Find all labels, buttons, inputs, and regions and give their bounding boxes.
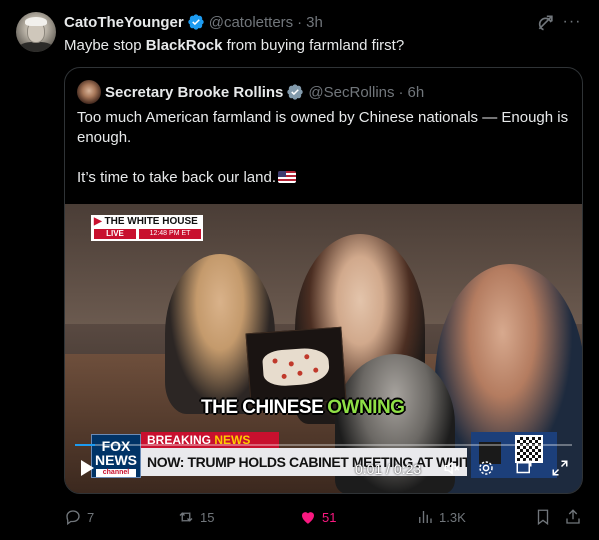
share-icon [566, 509, 580, 524]
author-handle[interactable]: @catoletters [209, 14, 293, 31]
tweet-text: Maybe stop BlackRock from buying farmlan… [64, 37, 405, 54]
quoted-tweet-header: Secretary Brooke Rollins @SecRollins · 6… [105, 81, 424, 103]
verified-badge-icon [188, 14, 204, 30]
tweet-header: CatoTheYounger @catoletters · 3h [64, 12, 323, 32]
white-house-live-tag: ▶ THE WHITE HOUSE LIVE 12:48 PM ET [91, 215, 203, 241]
quoted-paragraph-2: It’s time to take back our land. [77, 168, 572, 188]
views-count: 1.3K [439, 509, 466, 525]
quoted-paragraph-1: Too much American farmland is owned by C… [77, 109, 569, 146]
picture-in-picture-icon[interactable] [515, 459, 535, 479]
us-flag-emoji-icon [278, 171, 296, 183]
bold-text: BlackRock [145, 37, 223, 54]
like-button[interactable]: 51 [299, 507, 336, 527]
quoted-tweet[interactable]: Secretary Brooke Rollins @SecRollins · 6… [64, 67, 583, 494]
mute-icon[interactable] [443, 459, 463, 479]
settings-gear-icon[interactable] [477, 459, 497, 479]
farmland-map-board [245, 326, 347, 408]
more-options-icon[interactable]: ··· [562, 13, 582, 33]
views-chart-icon [419, 511, 432, 523]
fullscreen-icon[interactable] [551, 459, 571, 479]
tweet[interactable]: CatoTheYounger @catoletters · 3h ··· May… [0, 0, 599, 540]
quoted-tweet-text: Too much American farmland is owned by C… [77, 108, 572, 208]
video-caption: THE CHINESE OWNING [201, 397, 405, 418]
repost-count: 15 [200, 509, 215, 525]
reply-button[interactable]: 7 [64, 507, 94, 527]
video-player[interactable]: ▶ THE WHITE HOUSE LIVE 12:48 PM ET THE C… [65, 204, 582, 493]
share-button[interactable] [564, 507, 582, 527]
play-icon[interactable] [79, 459, 97, 479]
video-progress-bar[interactable] [75, 444, 572, 446]
quoted-author-name[interactable]: Secretary Brooke Rollins [105, 84, 283, 101]
quoted-author-handle[interactable]: @SecRollins [308, 84, 394, 101]
heart-icon [302, 512, 314, 524]
quoted-tweet-time[interactable]: 6h [408, 84, 425, 101]
tweet-time[interactable]: 3h [306, 14, 323, 31]
tweet-actions: 7 15 51 1.3K [64, 507, 583, 527]
network-logo: FOX NEWS channel [91, 434, 141, 478]
quoted-author-avatar[interactable] [77, 80, 101, 104]
views-button[interactable]: 1.3K [416, 507, 466, 527]
bookmark-icon [537, 509, 549, 526]
author-name[interactable]: CatoTheYounger [64, 14, 184, 31]
separator-dot: · [297, 13, 303, 31]
like-count: 51 [322, 509, 337, 525]
broadcast-time: 12:48 PM ET [139, 229, 201, 239]
separator-dot: · [398, 83, 404, 101]
live-badge: LIVE [94, 229, 136, 239]
grok-icon[interactable] [536, 13, 556, 33]
reply-icon [66, 510, 80, 526]
verified-badge-icon [287, 84, 304, 100]
video-timecode: 0:01 / 0:23 [355, 461, 422, 477]
bookmark-button[interactable] [534, 507, 552, 527]
repost-icon [179, 512, 193, 522]
video-progress-fill [75, 444, 95, 446]
reply-count: 7 [87, 509, 95, 525]
author-avatar[interactable] [16, 12, 56, 52]
repost-button[interactable]: 15 [177, 507, 214, 527]
